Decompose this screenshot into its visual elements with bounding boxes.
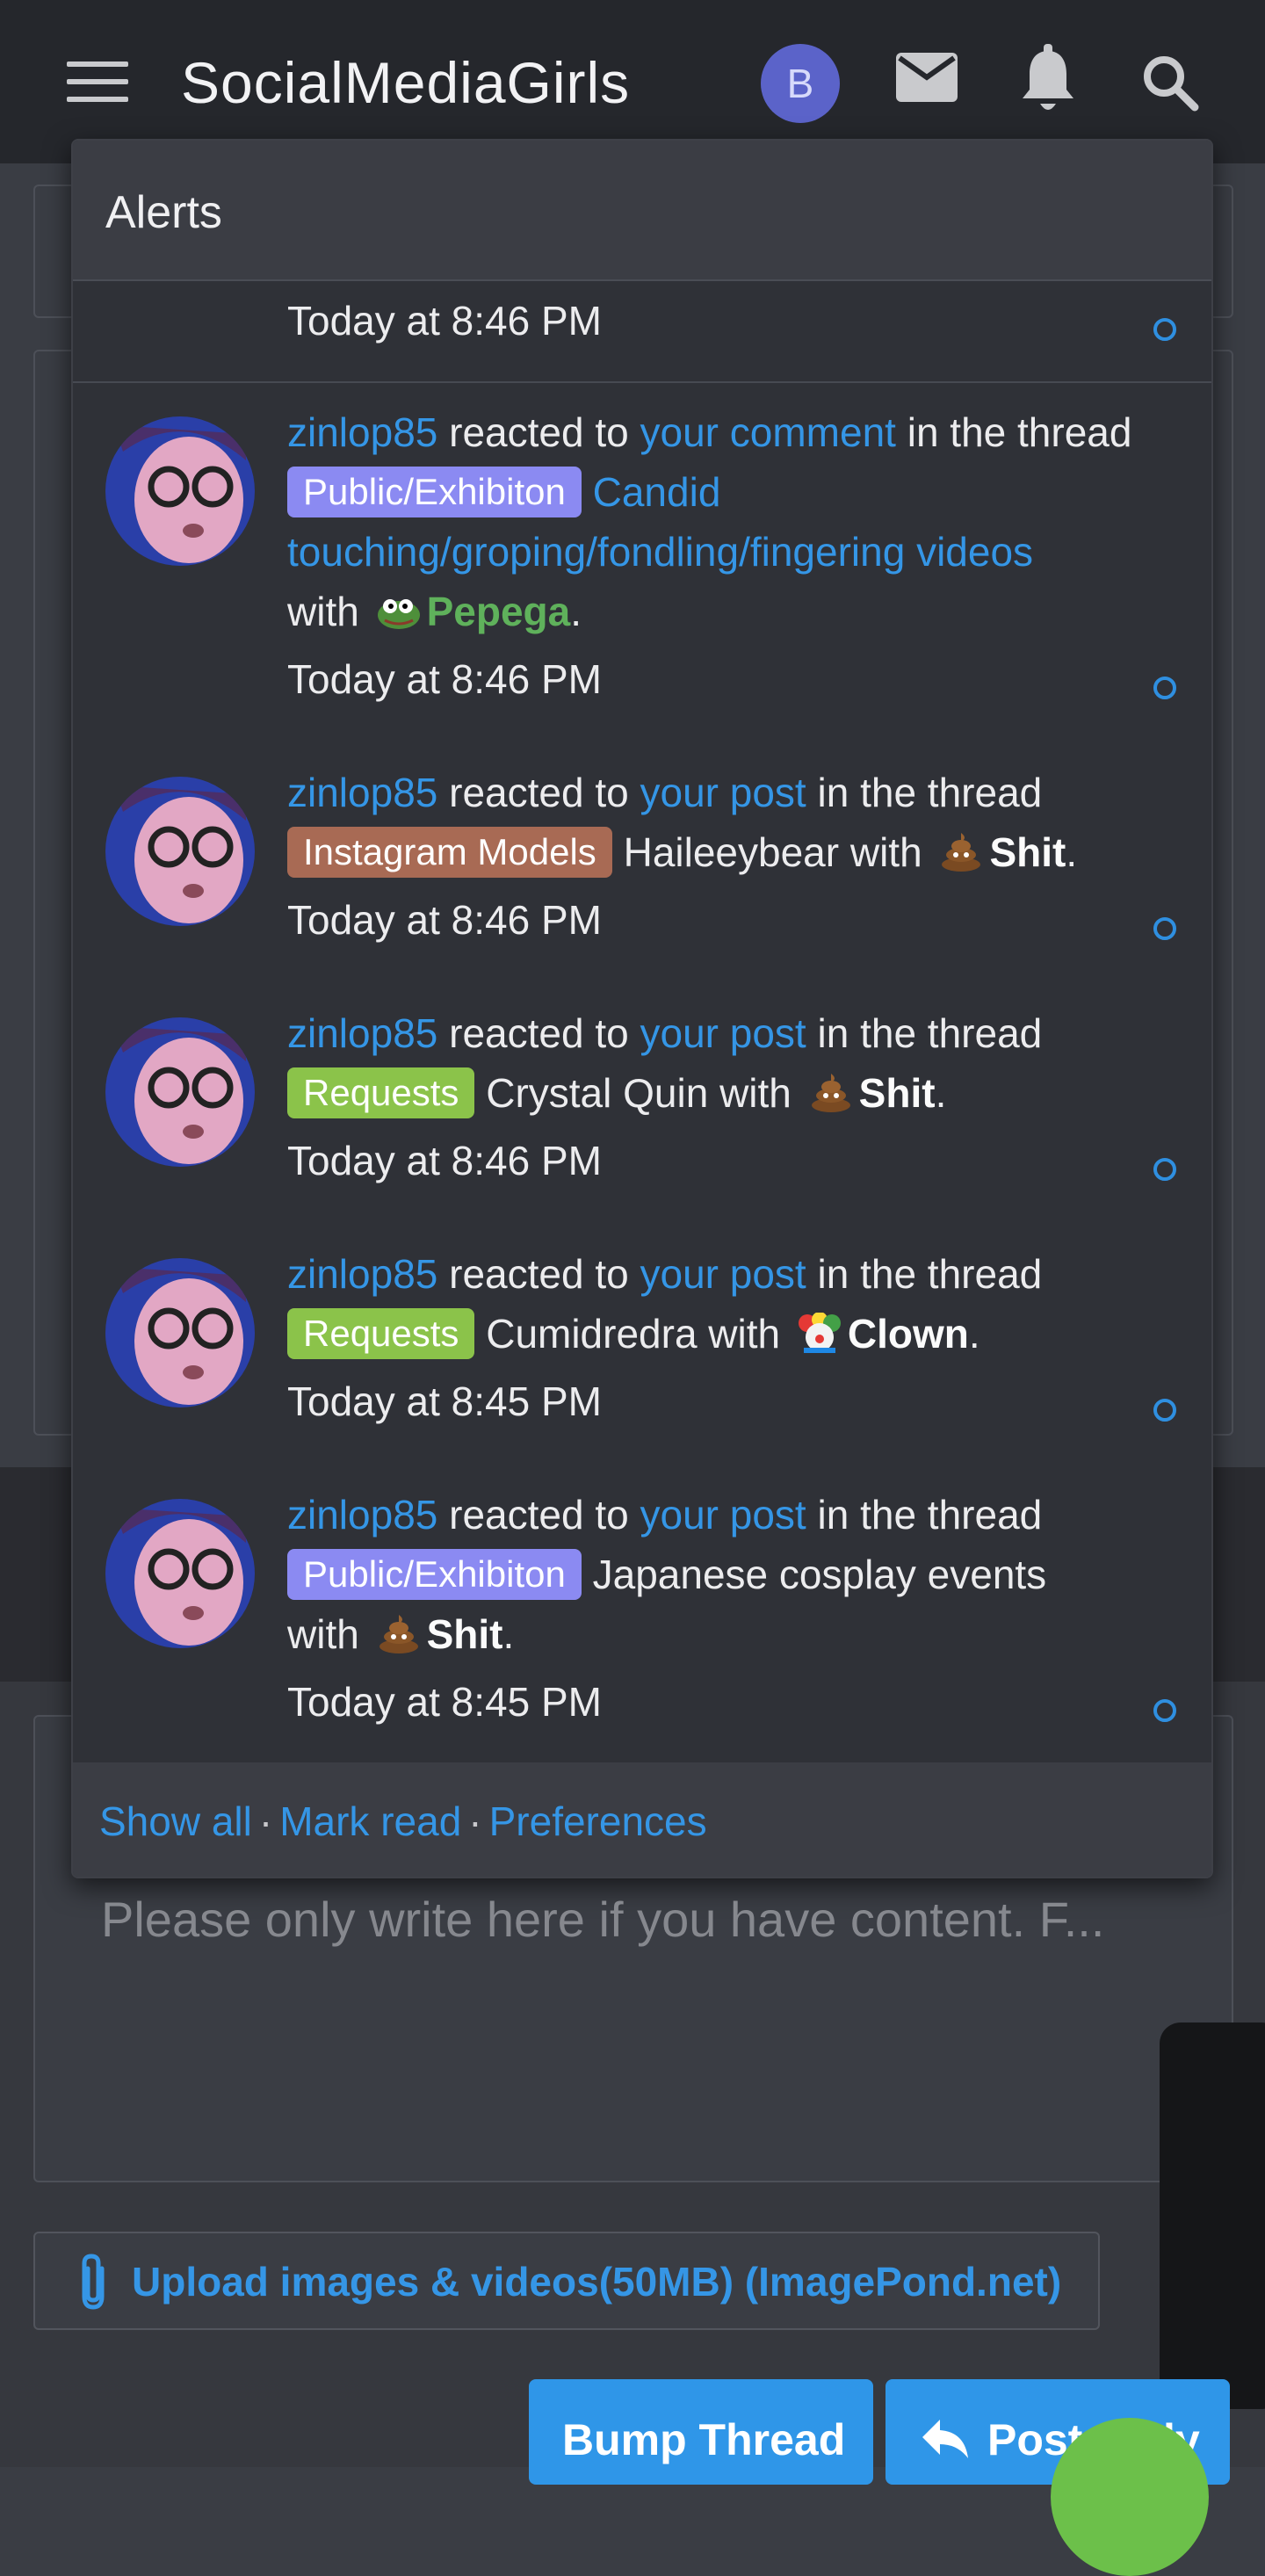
alert-target-link[interactable]: your comment [640, 409, 896, 455]
user-avatar[interactable]: B [761, 44, 840, 123]
alert-verb: reacted to [437, 770, 640, 815]
avatar[interactable] [105, 1499, 255, 1648]
upload-label: Upload images & videos(50MB) (ImagePond.… [132, 2259, 1062, 2305]
alert-text: zinlop85 reacted to your post in the thr… [287, 1244, 1141, 1364]
floating-action-button[interactable] [1051, 2418, 1209, 2576]
mark-read-icon[interactable] [1153, 1399, 1176, 1422]
poop-icon [376, 1610, 422, 1653]
mark-read-icon[interactable] [1153, 677, 1176, 699]
alert-target-link[interactable]: your post [640, 1492, 806, 1538]
alert-text: zinlop85 reacted to your post in the thr… [287, 1003, 1141, 1123]
reply-placeholder: Please only write here if you have conte… [101, 1892, 1105, 1947]
footer-separator: · [258, 1798, 273, 1844]
reaction-name: Shit [858, 1070, 936, 1116]
thread-prefix-tag[interactable]: Requests [287, 1308, 475, 1359]
reaction-name: Pepega [426, 589, 571, 634]
menu-icon[interactable] [67, 62, 128, 102]
footer-separator: · [468, 1798, 482, 1844]
alerts-title: Alerts [105, 187, 222, 238]
alerts-popup: Today at 8:46 PM Alerts zinlop85 reacted… [71, 139, 1213, 1878]
alert-user-link[interactable]: zinlop85 [287, 1492, 437, 1538]
mark-read-icon[interactable] [1153, 1699, 1176, 1722]
thread-link[interactable]: Crystal Quin [486, 1070, 708, 1116]
alert-target-link[interactable]: your post [640, 770, 806, 815]
alert-item[interactable]: zinlop85 reacted to your post in the thr… [73, 743, 1211, 986]
mail-icon[interactable] [894, 51, 959, 108]
alert-mid: in the thread [895, 409, 1132, 455]
alert-verb: reacted to [437, 1492, 640, 1538]
mark-read-icon[interactable] [1153, 917, 1176, 940]
alert-item-partial[interactable]: Today at 8:46 PM [73, 279, 1211, 383]
site-title[interactable]: SocialMediaGirls [181, 49, 630, 116]
alert-mid: in the thread [806, 1251, 1043, 1297]
bell-icon[interactable] [1019, 44, 1077, 120]
alert-target-link[interactable]: your post [640, 1251, 806, 1297]
thread-link[interactable]: Japanese cosplay events [593, 1552, 1047, 1597]
bump-thread-button[interactable]: Bump Thread [529, 2379, 873, 2485]
poop-icon [808, 1068, 854, 1112]
alert-mid: in the thread [806, 1492, 1043, 1538]
avatar[interactable] [105, 1258, 255, 1407]
alert-item[interactable]: zinlop85 reacted to your post in the thr… [73, 1225, 1211, 1467]
reply-icon [922, 2418, 968, 2469]
alert-time: Today at 8:46 PM [287, 656, 602, 702]
alert-user-link[interactable]: zinlop85 [287, 770, 437, 815]
bump-thread-label: Bump Thread [562, 2415, 846, 2464]
alert-time: Today at 8:45 PM [287, 1679, 602, 1725]
upload-images-button[interactable]: Upload images & videos(50MB) (ImagePond.… [33, 2232, 1100, 2330]
alert-text: zinlop85 reacted to your comment in the … [287, 409, 1132, 634]
alert-verb: reacted to [437, 1251, 640, 1297]
mark-read-icon[interactable] [1153, 318, 1176, 341]
alert-with: with [287, 1611, 371, 1657]
alert-time: Today at 8:45 PM [287, 1378, 602, 1424]
thread-prefix-tag[interactable]: Public/Exhibiton [287, 467, 582, 517]
alert-user-link[interactable]: zinlop85 [287, 1251, 437, 1297]
alert-text: zinlop85 reacted to your post in the thr… [287, 1492, 1047, 1657]
poop-icon [938, 828, 984, 872]
alert-time: Today at 8:46 PM [287, 1138, 602, 1183]
avatar[interactable] [105, 416, 255, 566]
alert-with: with [287, 589, 371, 634]
thread-prefix-tag[interactable]: Instagram Models [287, 827, 612, 878]
mark-read-link[interactable]: Mark read [279, 1798, 461, 1844]
search-icon[interactable] [1142, 54, 1200, 117]
reaction-name: Shit [989, 829, 1066, 875]
alert-mid: in the thread [806, 1010, 1043, 1056]
thread-link[interactable]: Haileeybear [624, 829, 839, 875]
mark-read-icon[interactable] [1153, 1158, 1176, 1181]
alert-with: with [708, 1070, 803, 1116]
alert-user-link[interactable]: zinlop85 [287, 409, 437, 455]
alert-with: with [697, 1311, 792, 1357]
alert-time: Today at 8:46 PM [287, 298, 602, 344]
alert-verb: reacted to [437, 409, 640, 455]
show-all-link[interactable]: Show all [99, 1798, 252, 1844]
alert-with: with [839, 829, 934, 875]
alert-item[interactable]: zinlop85 reacted to your post in the thr… [73, 1465, 1211, 1762]
alert-item[interactable]: zinlop85 reacted to your comment in the … [73, 383, 1211, 745]
floating-video-overlay[interactable] [1160, 2022, 1265, 2409]
reaction-name: Shit [426, 1611, 503, 1657]
avatar[interactable] [105, 1017, 255, 1167]
alert-item[interactable]: zinlop85 reacted to your post in the thr… [73, 984, 1211, 1226]
thread-prefix-tag[interactable]: Public/Exhibiton [287, 1549, 582, 1600]
alerts-footer-links: Show all · Mark read · Preferences [99, 1798, 707, 1845]
avatar[interactable] [105, 777, 255, 926]
alert-user-link[interactable]: zinlop85 [287, 1010, 437, 1056]
paperclip-icon [76, 2253, 111, 2315]
reaction-name: Clown [847, 1311, 969, 1357]
alert-verb: reacted to [437, 1010, 640, 1056]
alert-target-link[interactable]: your post [640, 1010, 806, 1056]
alerts-header: Alerts [73, 141, 1211, 281]
alerts-footer: Show all · Mark read · Preferences [73, 1762, 1211, 1877]
thread-prefix-tag[interactable]: Requests [287, 1067, 475, 1118]
preferences-link[interactable]: Preferences [489, 1798, 707, 1844]
alert-mid: in the thread [806, 770, 1043, 815]
thread-link[interactable]: Cumidredra [486, 1311, 697, 1357]
clown-icon [797, 1309, 842, 1353]
alert-time: Today at 8:46 PM [287, 897, 602, 943]
alert-text: zinlop85 reacted to your post in the thr… [287, 763, 1141, 882]
pepega-icon [376, 587, 422, 629]
